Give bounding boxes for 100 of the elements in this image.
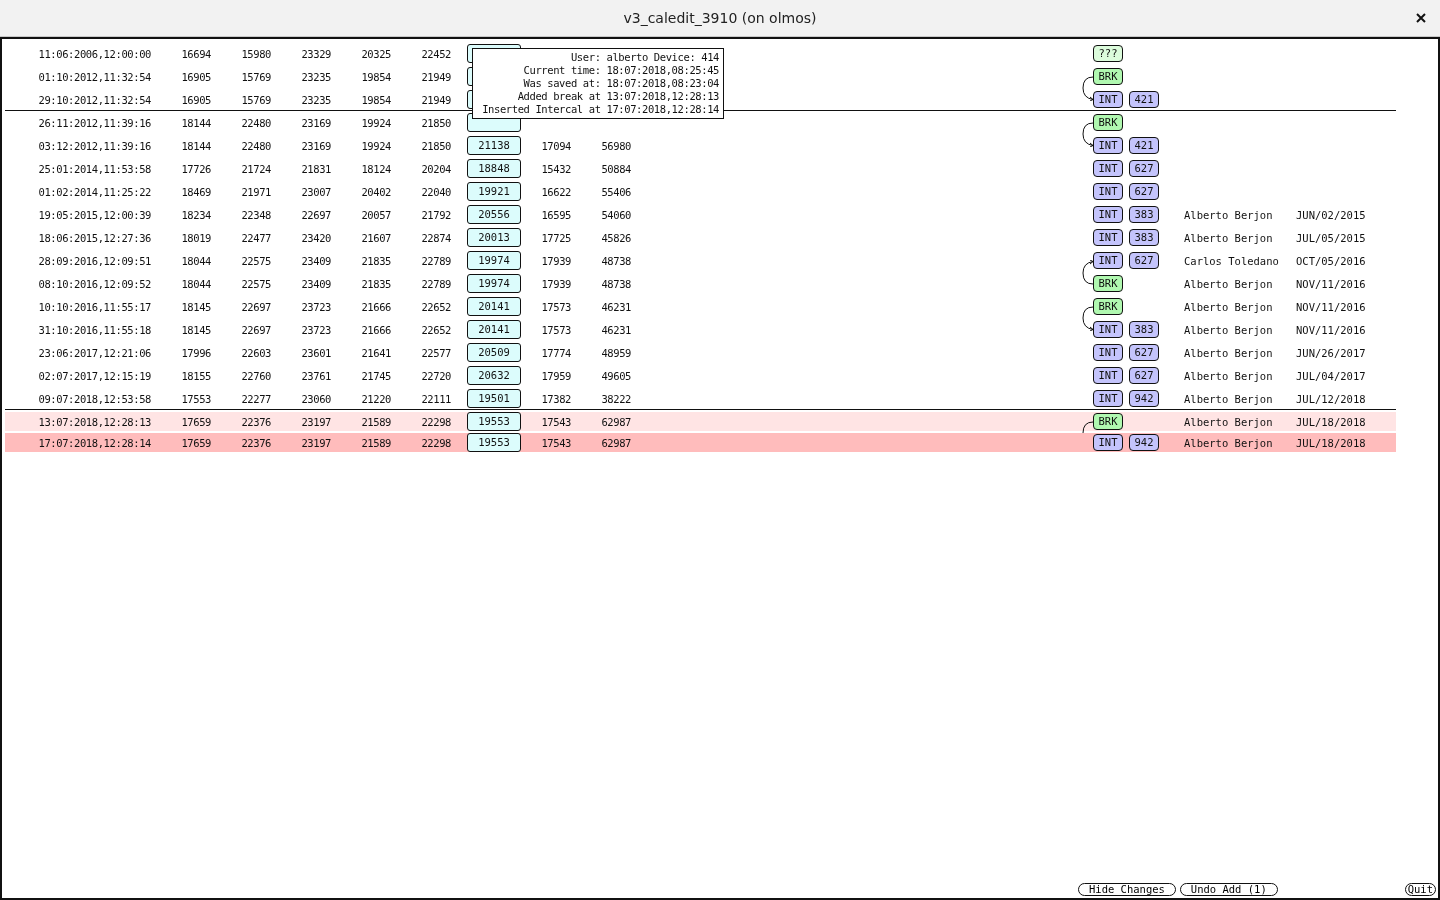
value-cell-text: 22040 [420,185,451,198]
value-cell-text: 22111 [420,392,451,405]
value-cell-text: 18044 [180,277,211,290]
value-cell-text: 22652 [420,300,451,313]
type-tag[interactable]: BRK [1093,275,1123,292]
close-icon[interactable] [1416,13,1426,23]
value-cell-text: 23235 [300,70,331,83]
user-cell-text: Alberto Berjon [1184,369,1274,382]
value-box[interactable]: 20141 [467,297,521,316]
type-tag[interactable]: INT [1093,367,1123,384]
value-cell-text: 38222 [600,392,631,405]
value-cell-text: 22603 [240,346,271,359]
type-tag[interactable]: INT [1093,344,1123,361]
value-cell-text: 21792 [420,208,451,221]
number-tag[interactable]: 421 [1129,91,1159,108]
value-box[interactable]: 21138 [467,136,521,155]
value-cell-text: 50884 [600,162,631,175]
value-cell-text: 21220 [360,392,391,405]
value-cell-text: 16905 [180,93,211,106]
value-cell-text: 15769 [240,70,271,83]
type-tag[interactable]: INT [1093,206,1123,223]
user-cell-text: Alberto Berjon [1184,208,1274,221]
timestamp-cell-text: 01:10:2012,11:32:54 [37,70,151,83]
number-tag[interactable]: 383 [1129,206,1159,223]
number-tag[interactable]: 942 [1129,434,1159,451]
quit-button[interactable]: Quit [1404,883,1436,896]
type-tag[interactable]: INT [1093,390,1123,407]
date-cell-text: JUL/05/2015 [1296,231,1367,244]
value-cell-text: 23060 [300,392,331,405]
number-tag[interactable]: 421 [1129,137,1159,154]
value-cell-text: 22577 [420,346,451,359]
value-cell-text: 23197 [300,436,331,449]
value-box[interactable]: 19501 [467,389,521,408]
value-cell-text: 21666 [360,300,391,313]
value-box[interactable]: 19553 [467,412,521,431]
timestamp-cell-text: 11:06:2006,12:00:00 [37,47,151,60]
value-cell-text: 23197 [300,415,331,428]
value-cell-text: 15432 [540,162,571,175]
number-tag[interactable]: 627 [1129,183,1159,200]
value-cell-text: 46231 [600,300,631,313]
value-box[interactable]: 20013 [467,228,521,247]
value-cell-text: 23329 [300,47,331,60]
value-cell-text: 17726 [180,162,211,175]
value-cell-text: 19854 [360,93,391,106]
type-tag[interactable]: INT [1093,91,1123,108]
number-tag[interactable]: 627 [1129,367,1159,384]
value-box[interactable]: 19974 [467,274,521,293]
timestamp-cell-text: 29:10:2012,11:32:54 [37,93,151,106]
user-cell-text: Alberto Berjon [1184,231,1274,244]
value-cell-text: 23235 [300,93,331,106]
number-tag[interactable]: 942 [1129,390,1159,407]
value-cell-text: 23761 [300,369,331,382]
type-tag[interactable]: INT [1093,183,1123,200]
value-cell-text: 54060 [600,208,631,221]
date-cell-text: NOV/11/2016 [1296,323,1367,336]
value-cell-text: 17659 [180,415,211,428]
value-cell-text: 18469 [180,185,211,198]
value-cell-text: 15769 [240,93,271,106]
number-tag[interactable]: 383 [1129,229,1159,246]
value-box[interactable]: 20556 [467,205,521,224]
type-tag[interactable]: BRK [1093,413,1123,430]
value-cell-text: 62987 [600,415,631,428]
type-tag[interactable]: ??? [1093,45,1123,62]
value-cell-text: 22652 [420,323,451,336]
hide-changes-button[interactable]: Hide Changes [1078,883,1176,896]
value-cell-text: 46231 [600,323,631,336]
value-cell-text: 16905 [180,70,211,83]
value-cell-text: 17382 [540,392,571,405]
type-tag[interactable]: INT [1093,434,1123,451]
undo-button[interactable]: Undo Add (1) [1179,883,1278,896]
type-tag[interactable]: INT [1093,137,1123,154]
type-tag[interactable]: INT [1093,229,1123,246]
number-tag[interactable]: 627 [1129,160,1159,177]
value-box[interactable]: 18848 [467,159,521,178]
number-tag[interactable]: 627 [1129,252,1159,269]
value-cell-text: 19924 [360,139,391,152]
value-cell-text: 18019 [180,231,211,244]
value-cell-text: 19924 [360,116,391,129]
type-tag[interactable]: INT [1093,321,1123,338]
type-tag[interactable]: INT [1093,160,1123,177]
value-cell-text: 22789 [420,254,451,267]
type-tag[interactable]: BRK [1093,68,1123,85]
value-cell-text: 22348 [240,208,271,221]
value-box[interactable]: 19974 [467,251,521,270]
number-tag[interactable]: 383 [1129,321,1159,338]
value-box[interactable]: 19921 [467,182,521,201]
timestamp-cell-text: 31:10:2016,11:55:18 [37,323,151,336]
value-box[interactable]: 19553 [467,433,521,452]
value-cell-text: 17553 [180,392,211,405]
value-cell-text: 22697 [300,208,331,221]
type-tag[interactable]: BRK [1093,298,1123,315]
timestamp-cell-text: 08:10:2016,12:09:52 [37,277,151,290]
timestamp-cell-text: 28:09:2016,12:09:51 [37,254,151,267]
type-tag[interactable]: INT [1093,252,1123,269]
value-box[interactable]: 20141 [467,320,521,339]
value-box[interactable]: 20509 [467,343,521,362]
tooltip-line: Current time: 18:07:2018,08:25:45 [523,64,719,77]
number-tag[interactable]: 627 [1129,344,1159,361]
value-box[interactable]: 20632 [467,366,521,385]
type-tag[interactable]: BRK [1093,114,1123,131]
